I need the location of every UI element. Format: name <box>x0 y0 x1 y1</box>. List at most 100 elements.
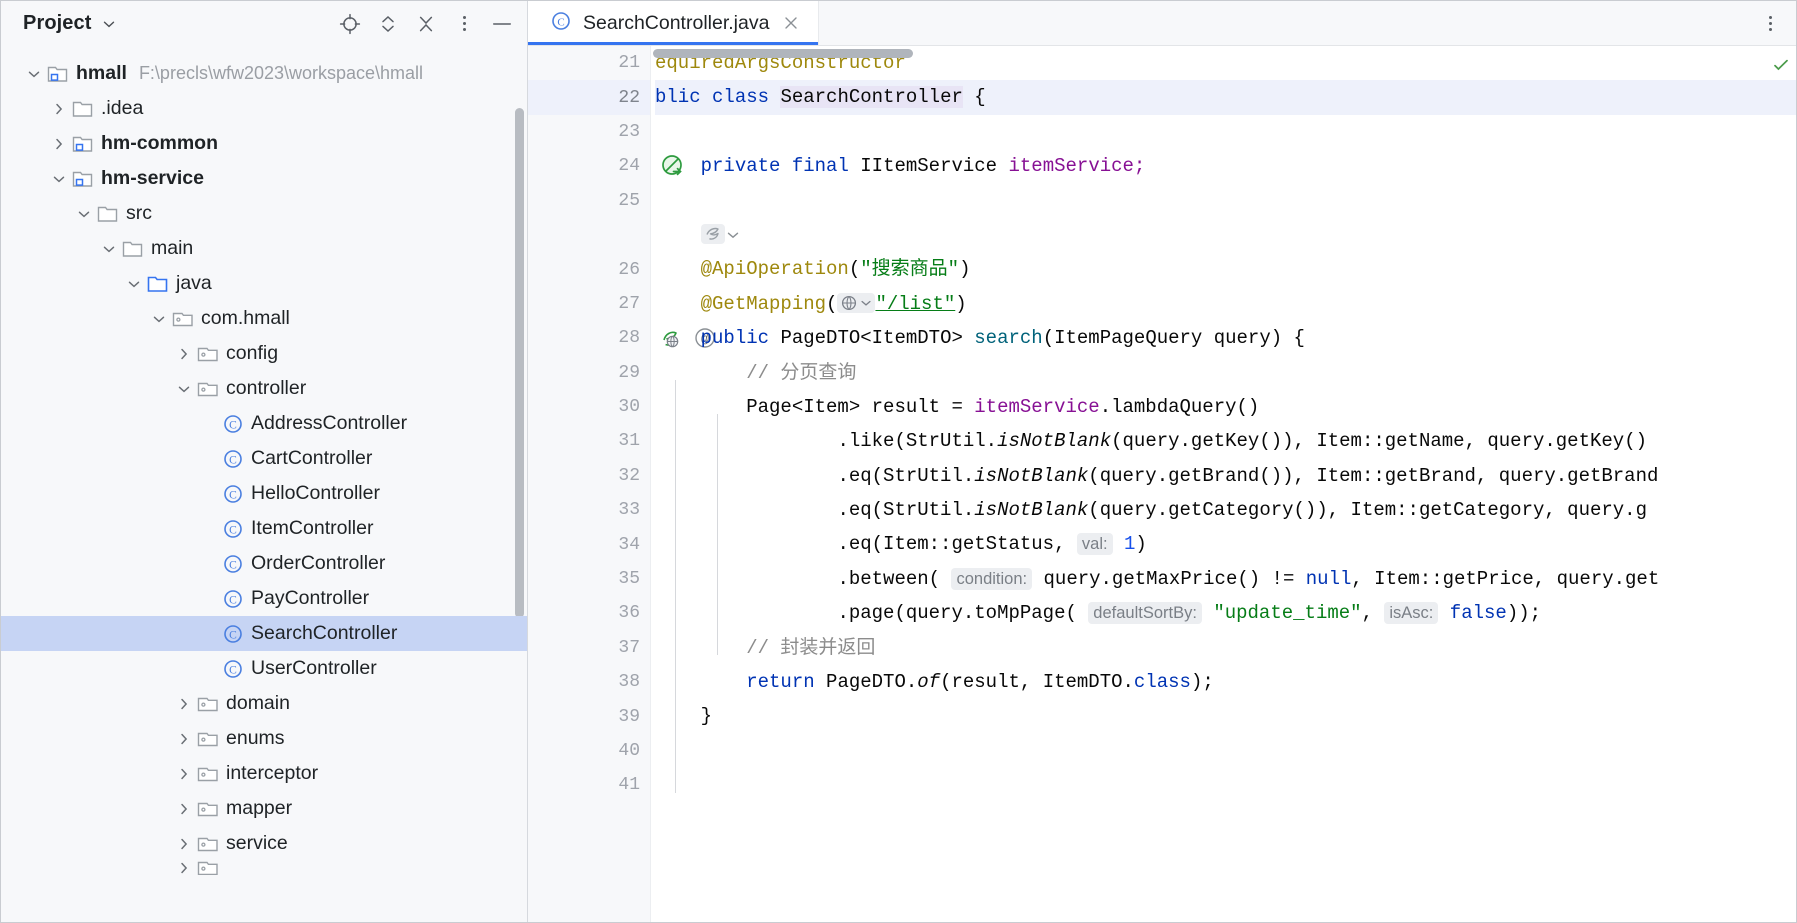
tree-row-ordercontroller[interactable]: C OrderController <box>1 546 527 581</box>
editor-gutter[interactable]: 21 22 23 24 25 26 27 28 @ 29 30 31 32 33 34 35 36 37 38 39 4… <box>528 46 715 922</box>
project-tree[interactable]: hmall F:\precls\wfw2023\workspace\hmall .i… <box>1 46 527 922</box>
gutter-line-36[interactable]: 36 <box>528 596 650 630</box>
chevron-down-icon[interactable] <box>148 301 170 336</box>
tree-row-hm-common[interactable]: hm-common <box>1 126 527 161</box>
tree-row-searchcontroller[interactable]: C SearchController <box>1 616 527 651</box>
gutter-line-35[interactable]: 35 <box>528 562 650 596</box>
tree-row-com-hmall[interactable]: com.hmall <box>1 301 527 336</box>
tree-row-main[interactable]: main <box>1 231 527 266</box>
code-editor[interactable]: 21 22 23 24 25 26 27 28 @ 29 30 31 32 33 34 35 36 37 38 39 4… <box>528 46 1796 922</box>
inlay-hint-defaultsortby[interactable]: defaultSortBy: <box>1088 602 1202 625</box>
gutter-line-31[interactable]: 31 <box>528 424 650 458</box>
tree-row-addresscontroller[interactable]: C AddressController <box>1 406 527 441</box>
chevron-right-icon[interactable] <box>173 686 195 721</box>
gutter-line-22[interactable]: 22 <box>528 80 683 115</box>
tree-row-hm-service[interactable]: hm-service <box>1 161 527 196</box>
gutter-line-32[interactable]: 32 <box>528 459 650 493</box>
spring-gutter-chevron-icon[interactable] <box>700 223 725 244</box>
tree-row-src[interactable]: src <box>1 196 527 231</box>
tree-row-controller[interactable]: controller <box>1 371 527 406</box>
editor-horizontal-scrollbar[interactable] <box>653 49 913 58</box>
gutter-line-29[interactable]: 29 <box>528 356 650 390</box>
tree-row-usercontroller[interactable]: C UserController <box>1 651 527 686</box>
tree-row-itemcontroller[interactable]: C ItemController <box>1 511 527 546</box>
tree-row--idea[interactable]: .idea <box>1 91 527 126</box>
code-line-34: .eq(Item::getStatus, val: 1) <box>655 527 1796 561</box>
locate-in-tree-icon[interactable] <box>339 13 361 35</box>
package-icon <box>195 728 221 750</box>
chevron-down-icon[interactable] <box>725 224 741 246</box>
editor-tab-searchcontroller[interactable]: C SearchController.java <box>528 1 820 45</box>
tree-row-mapper[interactable]: mapper <box>1 791 527 826</box>
tree-row-hmall[interactable]: hmall F:\precls\wfw2023\workspace\hmall <box>1 56 527 91</box>
chevron-right-icon[interactable] <box>173 826 195 861</box>
tree-row-label: domain <box>226 692 290 714</box>
code-line-27: @GetMapping("/list") <box>700 292 967 315</box>
more-options-icon[interactable] <box>1758 11 1782 35</box>
line-number: 30 <box>618 397 640 418</box>
line-number: 28 <box>618 328 640 349</box>
gutter-line-34[interactable]: 34 <box>528 527 650 561</box>
chevron-down-icon[interactable] <box>73 196 95 231</box>
chevron-right-icon[interactable] <box>48 91 70 126</box>
token-method-name: search <box>974 327 1043 350</box>
editor-code-text[interactable]: equiredArgsConstructor blic class Search… <box>651 46 1796 922</box>
line-number: 39 <box>618 706 640 727</box>
tree-row-hellocontroller[interactable]: C HelloController <box>1 476 527 511</box>
gutter-line-40[interactable]: 40 <box>528 734 650 768</box>
tree-row-paycontroller[interactable]: C PayController <box>1 581 527 616</box>
expand-collapse-icon[interactable] <box>377 13 399 35</box>
chevron-down-icon[interactable] <box>101 16 117 32</box>
chevron-right-icon[interactable] <box>48 126 70 161</box>
hide-tool-window-icon[interactable] <box>491 13 513 35</box>
inlay-hint-condition[interactable]: condition: <box>951 567 1033 590</box>
chevron-down-icon[interactable] <box>23 56 45 91</box>
gutter-line-26[interactable]: 26 <box>528 252 650 286</box>
gutter-line-39[interactable]: 39 <box>528 699 650 733</box>
globe-icon[interactable] <box>837 292 876 313</box>
chevron-down-icon[interactable] <box>123 266 145 301</box>
chevron-right-icon[interactable] <box>173 756 195 791</box>
gutter-line-23[interactable]: 23 <box>528 115 650 149</box>
java-class-icon: C <box>220 413 246 435</box>
gutter-line-41[interactable]: 41 <box>528 768 650 802</box>
chevron-right-icon[interactable] <box>173 791 195 826</box>
tree-row-domain[interactable]: domain <box>1 686 527 721</box>
gutter-line-30[interactable]: 30 <box>528 390 650 424</box>
chevron-right-icon[interactable] <box>173 861 195 875</box>
chevron-down-icon[interactable] <box>48 161 70 196</box>
inspection-widget-icon[interactable] <box>1772 56 1790 79</box>
tree-row-enums[interactable]: enums <box>1 721 527 756</box>
token-string-url[interactable]: "/list" <box>875 293 955 315</box>
gutter-line-25[interactable]: 25 <box>528 184 650 218</box>
gutter-inlay-row[interactable] <box>528 218 650 252</box>
chevron-down-icon[interactable] <box>173 371 195 406</box>
gutter-line-21[interactable]: 21 <box>528 46 650 80</box>
token-brace: } <box>700 705 713 728</box>
code-line-26: @ApiOperation("搜索商品") <box>700 258 971 281</box>
chevron-down-icon[interactable] <box>98 231 120 266</box>
gutter-line-27[interactable]: 27 <box>528 287 650 321</box>
tree-row-config[interactable]: config <box>1 336 527 371</box>
collapse-all-icon[interactable] <box>415 13 437 35</box>
gutter-line-37[interactable]: 37 <box>528 631 650 665</box>
tree-row-interceptor[interactable]: interceptor <box>1 756 527 791</box>
tree-row-service[interactable]: service <box>1 826 527 861</box>
tree-row-cartcontroller[interactable]: C CartController <box>1 441 527 476</box>
inlay-hint-isasc[interactable]: isAsc: <box>1384 602 1439 625</box>
code-line-35: .between( condition: query.getMaxPrice()… <box>655 562 1796 596</box>
more-options-icon[interactable] <box>453 13 475 35</box>
inlay-hint-val[interactable]: val: <box>1076 533 1113 556</box>
gutter-line-24[interactable]: 24 <box>528 149 682 183</box>
gutter-line-38[interactable]: 38 <box>528 665 650 699</box>
chevron-right-icon[interactable] <box>173 721 195 756</box>
gutter-line-28[interactable]: 28 @ <box>528 321 715 355</box>
gutter-line-33[interactable]: 33 <box>528 493 650 527</box>
svg-text:C: C <box>229 524 237 536</box>
package-icon <box>195 343 221 365</box>
close-icon[interactable] <box>780 12 802 34</box>
tree-row-java[interactable]: java <box>1 266 527 301</box>
chevron-right-icon[interactable] <box>173 336 195 371</box>
tree-row-partially-visible[interactable] <box>1 861 527 875</box>
token-annotation: @ApiOperation <box>700 258 849 281</box>
